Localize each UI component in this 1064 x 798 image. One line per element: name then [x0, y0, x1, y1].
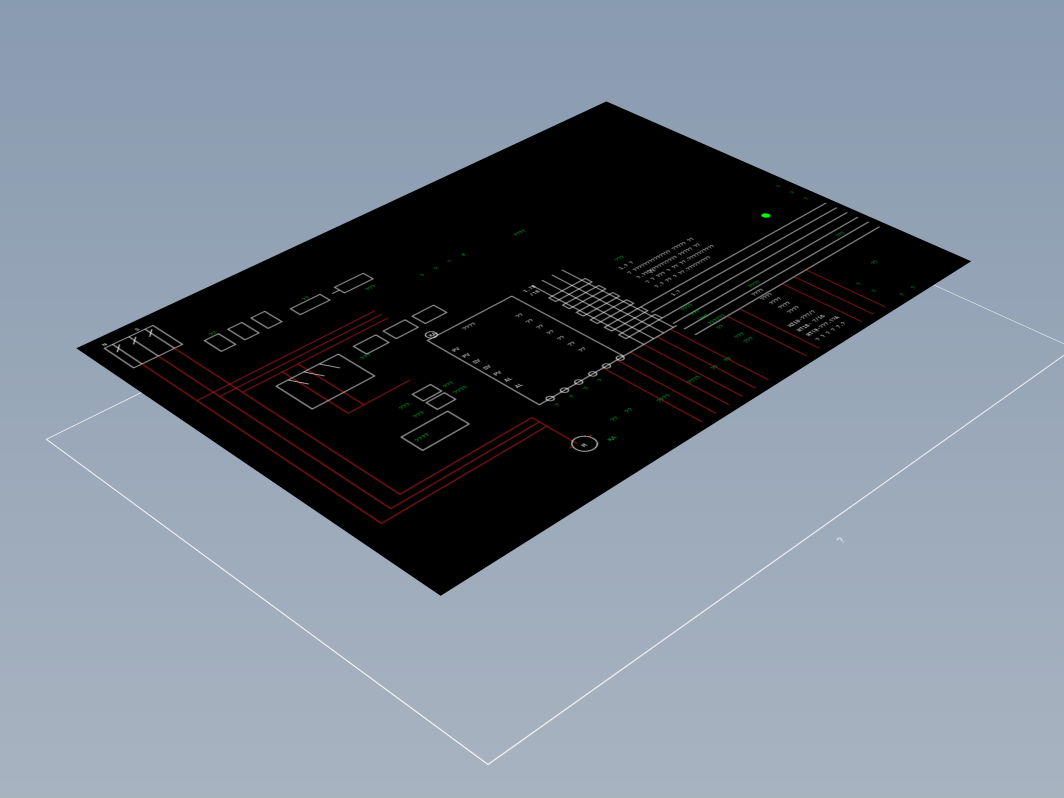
svg-text:?: ? [870, 289, 879, 294]
header-labels: ? ? 7 4 ???? [419, 226, 529, 281]
svg-text:????: ???? [413, 432, 432, 443]
svg-text:?: ? [789, 191, 797, 195]
terminal-dot [760, 212, 773, 218]
parts-list: ???? ???? ???? ???? ???? ???? HZ10-???/?… [728, 278, 851, 341]
svg-text:????: ???? [655, 393, 673, 404]
svg-text:??: ?? [869, 260, 880, 266]
svg-text:??: ?? [609, 416, 622, 423]
drawing-title: ? [835, 536, 849, 544]
svg-text:?: ? [432, 266, 440, 270]
svg-text:???: ??? [834, 231, 847, 238]
svg-text:KA: KA [606, 435, 619, 443]
svg-text:??: ?? [207, 330, 219, 336]
viewport-3d[interactable]: ? N S [0, 0, 1064, 798]
svg-text:?: ? [553, 403, 562, 408]
svg-text:????: ???? [686, 375, 704, 385]
svg-text:?: ? [596, 378, 605, 383]
svg-text:??: ?? [524, 318, 536, 324]
svg-text:?: ? [419, 273, 427, 277]
svg-text:?: ? [567, 394, 576, 399]
svg-text:?: ? [582, 386, 591, 391]
svg-text:??: ?? [300, 296, 311, 302]
power-input-block: N S [99, 322, 182, 368]
svg-text:??: ?? [566, 341, 578, 348]
svg-text:??: ?? [623, 407, 635, 414]
svg-text:?: ? [802, 197, 810, 201]
svg-text:?: ? [775, 185, 783, 189]
svg-text:??: ?? [577, 347, 589, 354]
svg-text:?: ? [855, 282, 864, 286]
